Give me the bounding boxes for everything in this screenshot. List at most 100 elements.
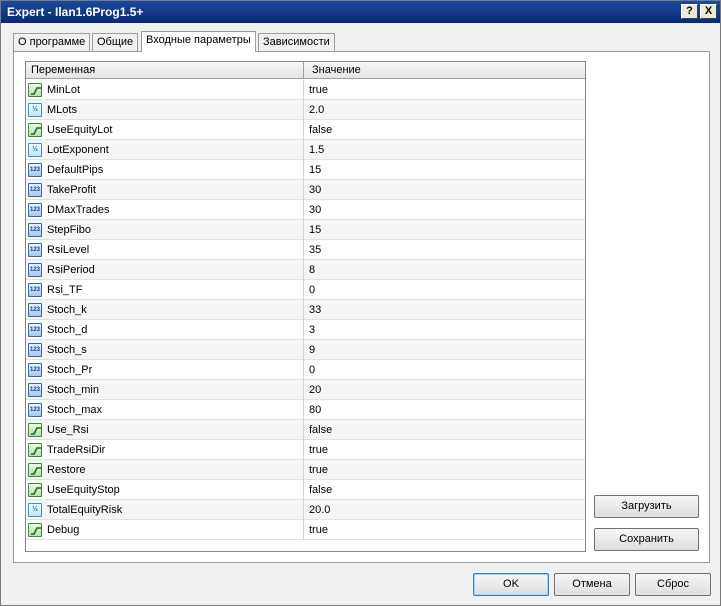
tab-inputs[interactable]: Входные параметры [141, 31, 256, 52]
value-cell[interactable]: true [304, 440, 585, 460]
close-button[interactable]: X [700, 4, 717, 19]
variable-cell[interactable]: 123 Stoch_s [26, 340, 304, 360]
table-row[interactable]: MinLot true [26, 80, 585, 100]
value-cell[interactable]: 0 [304, 280, 585, 300]
variable-cell[interactable]: 123 DefaultPips [26, 160, 304, 180]
title-bar[interactable]: Expert - Ilan1.6Prog1.5+ ? X [1, 1, 720, 23]
table-row[interactable]: 123 Stoch_max 80 [26, 400, 585, 420]
value-cell[interactable]: false [304, 480, 585, 500]
toggle-icon [28, 463, 42, 477]
value-cell[interactable]: 15 [304, 220, 585, 240]
variable-name: UseEquityStop [47, 484, 120, 496]
value-cell[interactable]: 9 [304, 340, 585, 360]
tab-common[interactable]: Общие [92, 33, 139, 51]
table-row[interactable]: UseEquityStop false [26, 480, 585, 500]
variable-cell[interactable]: 123 RsiLevel [26, 240, 304, 260]
value-cell[interactable]: true [304, 460, 585, 480]
value-cell[interactable]: 20.0 [304, 500, 585, 520]
table-row[interactable]: Debug true [26, 520, 585, 540]
value-cell[interactable]: true [304, 520, 585, 540]
table-row[interactable]: 123 DefaultPips 15 [26, 160, 585, 180]
toggle-icon [28, 83, 42, 97]
table-row[interactable]: 123 DMaxTrades 30 [26, 200, 585, 220]
value-cell[interactable]: 2.0 [304, 100, 585, 120]
variable-name: Rsi_TF [47, 284, 83, 296]
variable-cell[interactable]: 123 Stoch_min [26, 380, 304, 400]
variable-cell[interactable]: Restore [26, 460, 304, 480]
toggle-icon [28, 523, 42, 537]
variable-cell[interactable]: TradeRsiDir [26, 440, 304, 460]
variable-name: RsiPeriod [47, 264, 95, 276]
variable-cell[interactable]: 123 Stoch_max [26, 400, 304, 420]
toggle-icon [28, 443, 42, 457]
variable-cell[interactable]: UseEquityLot [26, 120, 304, 140]
column-header-variable[interactable]: Переменная [26, 62, 304, 79]
variable-cell[interactable]: 123 StepFibo [26, 220, 304, 240]
table-row[interactable]: ½ LotExponent 1.5 [26, 140, 585, 160]
table-row[interactable]: Use_Rsi false [26, 420, 585, 440]
variable-cell[interactable]: 123 Stoch_Pr [26, 360, 304, 380]
variable-cell[interactable]: 123 TakeProfit [26, 180, 304, 200]
table-row[interactable]: UseEquityLot false [26, 120, 585, 140]
table-row[interactable]: Restore true [26, 460, 585, 480]
integer-icon: 123 [28, 403, 42, 417]
table-row[interactable]: 123 RsiPeriod 8 [26, 260, 585, 280]
value-cell[interactable]: true [304, 80, 585, 100]
ok-button[interactable]: OK [473, 573, 549, 596]
variable-cell[interactable]: ½ MLots [26, 100, 304, 120]
table-row[interactable]: 123 Rsi_TF 0 [26, 280, 585, 300]
variable-cell[interactable]: Debug [26, 520, 304, 540]
load-button[interactable]: Загрузить [594, 495, 699, 518]
value-cell[interactable]: 30 [304, 180, 585, 200]
table-row[interactable]: 123 Stoch_min 20 [26, 380, 585, 400]
tab-about[interactable]: О программе [13, 33, 91, 51]
variable-cell[interactable]: 123 Rsi_TF [26, 280, 304, 300]
value-cell[interactable]: false [304, 420, 585, 440]
variable-cell[interactable]: ½ LotExponent [26, 140, 304, 160]
parameters-table[interactable]: Переменная Значение MinLot true ½ MLots 2.0 U… [25, 61, 586, 552]
variable-name: Stoch_k [47, 304, 87, 316]
variable-cell[interactable]: MinLot [26, 80, 304, 100]
value-cell[interactable]: 3 [304, 320, 585, 340]
variable-cell[interactable]: UseEquityStop [26, 480, 304, 500]
table-row[interactable]: 123 Stoch_d 3 [26, 320, 585, 340]
variable-cell[interactable]: ½ TotalEquityRisk [26, 500, 304, 520]
value-cell[interactable]: 80 [304, 400, 585, 420]
variable-name: DefaultPips [47, 164, 104, 176]
variable-cell[interactable]: 123 DMaxTrades [26, 200, 304, 220]
variable-name: LotExponent [47, 144, 109, 156]
column-header-value[interactable]: Значение [304, 62, 585, 79]
help-button[interactable]: ? [681, 4, 698, 19]
value-cell[interactable]: 33 [304, 300, 585, 320]
variable-cell[interactable]: 123 RsiPeriod [26, 260, 304, 280]
table-row[interactable]: 123 StepFibo 15 [26, 220, 585, 240]
variable-cell[interactable]: 123 Stoch_d [26, 320, 304, 340]
tab-dependencies[interactable]: Зависимости [258, 33, 335, 51]
variable-name: TotalEquityRisk [47, 504, 123, 516]
table-row[interactable]: ½ TotalEquityRisk 20.0 [26, 500, 585, 520]
variable-name: TradeRsiDir [47, 444, 106, 456]
variable-cell[interactable]: Use_Rsi [26, 420, 304, 440]
table-row[interactable]: 123 Stoch_s 9 [26, 340, 585, 360]
table-row[interactable]: TradeRsiDir true [26, 440, 585, 460]
table-row[interactable]: 123 RsiLevel 35 [26, 240, 585, 260]
value-cell[interactable]: 20 [304, 380, 585, 400]
save-button[interactable]: Сохранить [594, 528, 699, 551]
integer-icon: 123 [28, 183, 42, 197]
value-cell[interactable]: 30 [304, 200, 585, 220]
table-row[interactable]: 123 Stoch_k 33 [26, 300, 585, 320]
value-cell[interactable]: 1.5 [304, 140, 585, 160]
table-row[interactable]: 123 TakeProfit 30 [26, 180, 585, 200]
cancel-button[interactable]: Отмена [554, 573, 630, 596]
reset-button[interactable]: Сброс [635, 573, 711, 596]
variable-name: Stoch_Pr [47, 364, 93, 376]
value-cell[interactable]: 8 [304, 260, 585, 280]
value-cell[interactable]: false [304, 120, 585, 140]
variable-cell[interactable]: 123 Stoch_k [26, 300, 304, 320]
fraction-icon: ½ [28, 503, 42, 517]
table-row[interactable]: ½ MLots 2.0 [26, 100, 585, 120]
value-cell[interactable]: 15 [304, 160, 585, 180]
value-cell[interactable]: 0 [304, 360, 585, 380]
table-row[interactable]: 123 Stoch_Pr 0 [26, 360, 585, 380]
value-cell[interactable]: 35 [304, 240, 585, 260]
